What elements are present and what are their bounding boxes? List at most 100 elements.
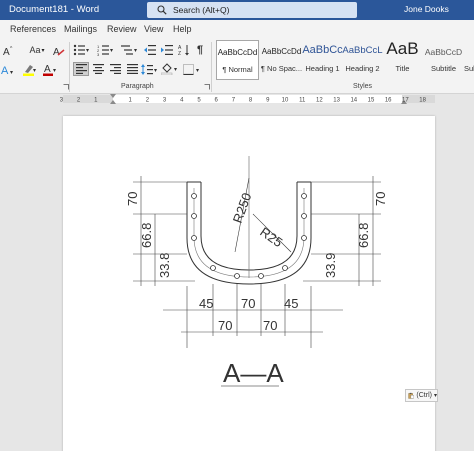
- change-case-button[interactable]: Aa ▾: [28, 43, 46, 57]
- justify-button[interactable]: [124, 62, 140, 76]
- technical-drawing: 70 66.8 33.8 70 66.8 33.9 R250 R25 45 70…: [125, 156, 388, 388]
- decrease-indent-icon[interactable]: [143, 43, 157, 57]
- grow-font-icon[interactable]: A ^: [2, 43, 16, 57]
- ruler-label: 16: [385, 98, 392, 104]
- dim-66-8-left: 66.8: [139, 223, 154, 248]
- document-page[interactable]: 70 66.8 33.8 70 66.8 33.9 R250 R25 45 70…: [63, 116, 435, 451]
- font-dialog-launcher-icon[interactable]: [63, 84, 69, 90]
- document-canvas[interactable]: 70 66.8 33.8 70 66.8 33.9 R250 R25 45 70…: [0, 104, 474, 451]
- dim-70-bottom-left: 70: [218, 318, 232, 333]
- paragraph-group-label: Paragraph: [121, 83, 154, 90]
- menu-bar: References Mailings Review View Help: [0, 20, 474, 38]
- style-name: Heading 2: [345, 64, 380, 73]
- align-right-button[interactable]: [107, 62, 123, 76]
- clipboard-icon: [408, 392, 414, 399]
- svg-text:▾: ▾: [53, 68, 56, 74]
- style-name: ¶ Normal: [222, 65, 253, 74]
- line-spacing-button[interactable]: ▾: [140, 62, 160, 76]
- svg-text:^: ^: [10, 46, 13, 52]
- numbering-button[interactable]: 1 2 3 ▾: [96, 43, 116, 57]
- style-no-spacing[interactable]: AaBbCcDd ¶ No Spac...: [260, 40, 303, 80]
- svg-text:A: A: [3, 47, 10, 56]
- style-sample: AaBbCcL: [342, 45, 383, 56]
- svg-text:▾: ▾: [86, 48, 89, 54]
- svg-text:▾: ▾: [134, 48, 137, 54]
- style-normal[interactable]: AaBbCcDd ¶ Normal: [216, 40, 259, 80]
- style-name: Subtitle: [430, 64, 457, 73]
- ruler-label: 14: [350, 98, 357, 104]
- svg-text:3: 3: [97, 52, 100, 56]
- section-label: A—A: [223, 358, 284, 388]
- dim-45-left: 45: [199, 296, 213, 311]
- align-left-button[interactable]: [73, 62, 89, 76]
- svg-text:▾: ▾: [33, 68, 36, 74]
- group-separator: [211, 42, 212, 92]
- highlight-icon[interactable]: ▾: [22, 62, 38, 76]
- account-area[interactable]: Jone Dooks: [404, 1, 474, 19]
- ruler-label: 10: [282, 98, 289, 104]
- style-name: Title: [395, 64, 410, 73]
- style-heading-2[interactable]: AaBbCcL Heading 2: [341, 40, 384, 80]
- style-sample: AaBbCcDd: [217, 48, 258, 57]
- style-title[interactable]: AaB Title: [381, 40, 424, 80]
- title-bar: Document181 - Word Search (Alt+Q) Jone D…: [0, 0, 474, 20]
- tab-view[interactable]: View: [144, 24, 163, 34]
- svg-text:▾: ▾: [196, 68, 199, 74]
- dim-33-9-right: 33.9: [323, 253, 338, 278]
- dim-70-bottom-right: 70: [263, 318, 277, 333]
- style-name: Sub: [464, 64, 474, 73]
- bullets-button[interactable]: ▾: [72, 43, 92, 57]
- radius-r250: R250: [230, 191, 255, 225]
- dim-45-right: 45: [284, 296, 298, 311]
- ruler-label: 11: [299, 98, 306, 104]
- ruler-label: 13: [333, 98, 340, 104]
- dim-70-left: 70: [125, 192, 140, 206]
- text-effects-icon[interactable]: A ▾: [0, 62, 16, 76]
- style-subtle[interactable]: Sub: [464, 40, 474, 80]
- svg-text:A: A: [1, 65, 9, 75]
- style-sample: AaBbCcD: [424, 47, 463, 57]
- search-icon: [157, 5, 167, 15]
- font-color-icon[interactable]: A ▾: [42, 62, 58, 76]
- dim-70-right: 70: [373, 192, 388, 206]
- ruler[interactable]: 3 2 1 1 2 3 4 5 6 7 8 9 10 11 12 13 14 15 16 17 18: [0, 94, 474, 104]
- tab-help[interactable]: Help: [173, 24, 192, 34]
- paragraph-dialog-launcher-icon[interactable]: [204, 84, 210, 90]
- ruler-scale: 3 2 1 1 2 3 4 5 6 7 8 9 10 11 12 13 14 15 16 17 18: [60, 94, 435, 104]
- svg-text:▾: ▾: [110, 48, 113, 54]
- paste-options-button[interactable]: (Ctrl) ▾: [405, 389, 438, 402]
- ruler-label: 12: [316, 98, 323, 104]
- style-heading-1[interactable]: AaBbCc Heading 1: [301, 40, 344, 80]
- shading-button[interactable]: ▾: [160, 62, 180, 76]
- group-separator: [69, 42, 70, 92]
- chevron-down-icon: ▾: [433, 393, 437, 399]
- show-marks-icon[interactable]: ¶: [194, 43, 206, 57]
- account-name: Jone Dooks: [404, 4, 449, 14]
- styles-gallery: AaBbCcDd ¶ Normal AaBbCcDd ¶ No Spac... …: [214, 40, 474, 82]
- sort-icon[interactable]: AZ: [177, 43, 191, 57]
- svg-text:▾: ▾: [10, 70, 13, 75]
- tab-references[interactable]: References: [10, 24, 56, 34]
- change-case-label: Aa: [29, 45, 41, 55]
- style-sample: AaBbCcDd: [261, 47, 302, 56]
- align-center-button[interactable]: [90, 62, 106, 76]
- clear-formatting-icon[interactable]: A: [52, 43, 66, 57]
- tab-review[interactable]: Review: [107, 24, 137, 34]
- svg-text:Z: Z: [178, 51, 181, 56]
- tab-mailings[interactable]: Mailings: [64, 24, 97, 34]
- style-sample: AaBbCc: [302, 44, 343, 56]
- ribbon: A ^ Aa ▾ A A ▾ ▾ A ▾ ▾ 1 2 3 ▾ ▾ AZ ¶ ▾ …: [0, 38, 474, 94]
- increase-indent-icon[interactable]: [160, 43, 174, 57]
- style-sample: AaB: [386, 40, 419, 58]
- radius-r25: R25: [257, 224, 285, 250]
- ruler-label: 18: [419, 98, 426, 104]
- style-subtitle[interactable]: AaBbCcD Subtitle: [422, 40, 465, 80]
- svg-text:A: A: [44, 64, 51, 75]
- search-box[interactable]: Search (Alt+Q): [147, 2, 357, 18]
- ruler-label: 17: [402, 98, 409, 104]
- dim-33-8-left: 33.8: [157, 253, 172, 278]
- multilevel-list-button[interactable]: ▾: [120, 43, 140, 57]
- borders-button[interactable]: ▾: [182, 62, 202, 76]
- style-name: ¶ No Spac...: [260, 64, 303, 73]
- dim-66-8-right: 66.8: [356, 223, 371, 248]
